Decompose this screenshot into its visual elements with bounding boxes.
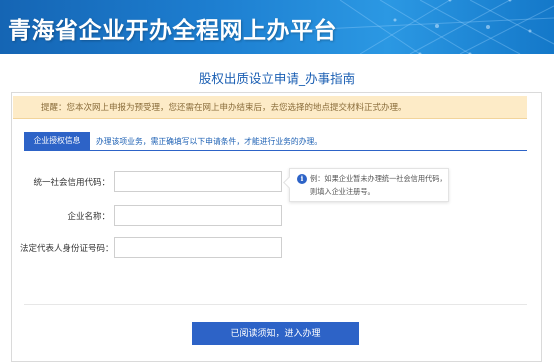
legal-rep-id-label: 法定代表人身份证号码： [20, 244, 114, 254]
legal-rep-id-input[interactable] [114, 237, 282, 258]
info-icon: i [297, 174, 307, 184]
page-title: 股权出质设立申请_办事指南 [198, 71, 356, 86]
header-banner: 青海省企业开办全程网上办平台 [0, 0, 554, 54]
notice-text: 提醒：您本次网上申报为预受理，您还需在网上申办结束后，去您选择的地点提交材料正式… [41, 103, 407, 113]
form-divider [24, 304, 527, 305]
tab-enterprise-authorization[interactable]: 企业授权信息 [24, 132, 90, 150]
notice-banner: 提醒：您本次网上申报为预受理，您还需在网上申办结束后，去您选择的地点提交材料正式… [13, 96, 527, 119]
credit-code-label: 统一社会信用代码： [33, 178, 110, 188]
platform-title: 青海省企业开办全程网上办平台 [8, 18, 337, 44]
proceed-button[interactable]: 已阅读须知，进入办理 [192, 322, 359, 345]
tab-instruction: 办理该项业务，需正确填写以下申请条件，才能进行业务的办理。 [96, 137, 323, 146]
credit-code-tooltip: i 例：如果企业暂未办理统一社会信用代码， 则填入企业注册号。 [283, 168, 449, 202]
company-name-label: 企业名称： [67, 212, 110, 222]
tab-bar: 企业授权信息 办理该项业务，需正确填写以下申请条件，才能进行业务的办理。 [24, 132, 527, 151]
tooltip-line-1: 例：如果企业暂未办理统一社会信用代码， [310, 174, 447, 183]
tooltip-line-2: 则填入企业注册号。 [310, 187, 375, 196]
company-name-input[interactable] [114, 205, 282, 226]
credit-code-input[interactable] [114, 171, 282, 192]
